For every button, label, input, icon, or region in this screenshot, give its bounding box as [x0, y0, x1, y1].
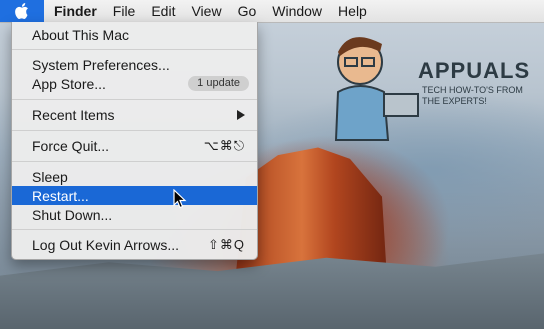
menubar-view[interactable]: View — [183, 0, 229, 22]
menubar-edit[interactable]: Edit — [143, 0, 183, 22]
menu-item-label: Sleep — [32, 168, 68, 185]
menu-separator — [12, 130, 257, 131]
menu-item-label: System Preferences... — [32, 56, 170, 73]
menu-item-about-this-mac[interactable]: About This Mac — [12, 25, 257, 44]
menu-separator — [12, 161, 257, 162]
mouse-pointer-icon — [173, 189, 187, 209]
menu-item-system-preferences[interactable]: System Preferences... — [12, 55, 257, 74]
menu-item-label: About This Mac — [32, 26, 130, 43]
watermark-brand: APPUALS — [418, 58, 531, 83]
apple-dropdown-menu: About This Mac System Preferences... App… — [11, 22, 258, 260]
log-out-shortcut: ⇧⌘Q — [207, 236, 245, 252]
menu-separator — [12, 49, 257, 50]
menu-item-label: App Store... — [32, 75, 106, 92]
menu-item-restart[interactable]: Restart... — [12, 186, 257, 205]
apple-logo-icon — [15, 3, 28, 19]
force-quit-shortcut: ⌥⌘⎋ — [203, 137, 245, 153]
menu-item-sleep[interactable]: Sleep — [12, 167, 257, 186]
menu-bar: Finder File Edit View Go Window Help — [0, 0, 544, 23]
menu-item-force-quit[interactable]: Force Quit... ⌥⌘⎋ — [12, 136, 257, 155]
menu-separator — [12, 229, 257, 230]
menu-item-label: Log Out Kevin Arrows... — [32, 236, 180, 253]
update-count-badge: 1 update — [188, 76, 249, 91]
menubar-go[interactable]: Go — [230, 0, 265, 22]
submenu-arrow-icon — [237, 110, 245, 120]
menu-item-label: Restart... — [32, 187, 89, 204]
menubar-file[interactable]: File — [105, 0, 144, 22]
menu-item-label: Force Quit... — [32, 137, 110, 154]
menu-item-app-store[interactable]: App Store... 1 update — [12, 74, 257, 93]
menubar-window[interactable]: Window — [264, 0, 330, 22]
menu-item-recent-items[interactable]: Recent Items — [12, 105, 257, 124]
menu-separator — [12, 99, 257, 100]
menu-item-label: Shut Down... — [32, 206, 113, 223]
menu-item-log-out[interactable]: Log Out Kevin Arrows... ⇧⌘Q — [12, 235, 257, 254]
menu-item-label: Recent Items — [32, 106, 115, 123]
watermark-tagline: TECH HOW-TO'S FROM THE EXPERTS! — [422, 85, 523, 106]
menubar-help[interactable]: Help — [330, 0, 375, 22]
menubar-app-finder[interactable]: Finder — [44, 0, 105, 22]
apple-menu-button[interactable] — [0, 0, 44, 22]
menu-item-shut-down[interactable]: Shut Down... — [12, 205, 257, 224]
